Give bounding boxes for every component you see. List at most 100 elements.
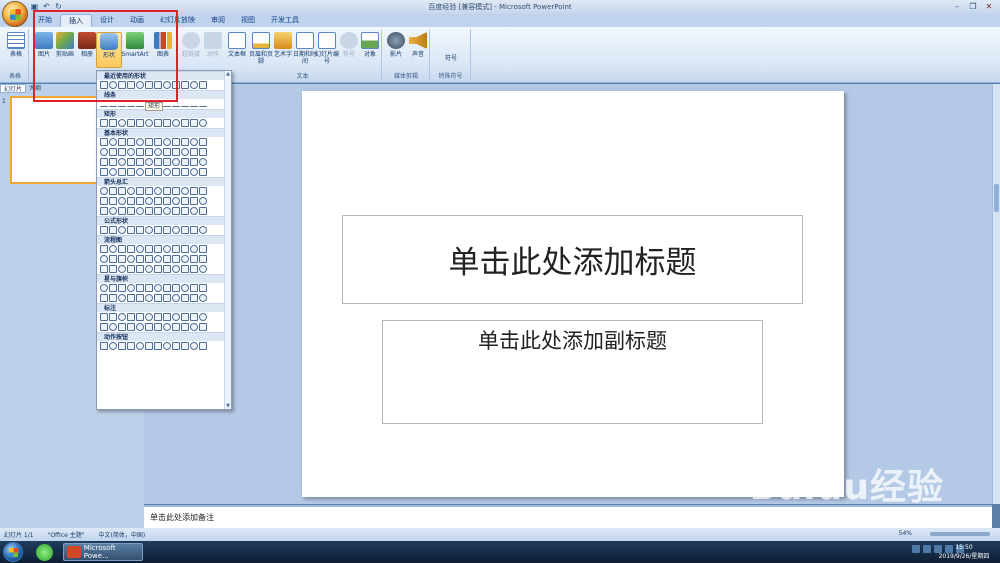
shape-icon[interactable] xyxy=(181,138,189,146)
shape-icon[interactable] xyxy=(100,187,108,195)
shape-icon[interactable] xyxy=(145,226,153,234)
shape-icon[interactable] xyxy=(136,226,144,234)
shape-icon[interactable] xyxy=(199,168,207,176)
shape-icon[interactable] xyxy=(163,265,171,273)
shape-icon[interactable] xyxy=(199,158,207,166)
shape-icon[interactable] xyxy=(109,148,117,156)
shape-icon[interactable] xyxy=(190,245,198,253)
sound-button[interactable]: 声音 xyxy=(405,32,431,58)
shape-icon[interactable] xyxy=(136,323,144,331)
shape-icon[interactable] xyxy=(145,313,153,321)
smartart-button[interactable]: SmartArt xyxy=(120,32,150,58)
shape-icon[interactable] xyxy=(190,265,198,273)
shape-icon[interactable] xyxy=(154,197,162,205)
shape-icon[interactable] xyxy=(190,168,198,176)
shape-icon[interactable] xyxy=(181,294,189,302)
shape-icon[interactable] xyxy=(190,294,198,302)
tab-outline[interactable]: 大纲 xyxy=(26,84,44,93)
shape-icon[interactable] xyxy=(145,284,153,292)
shape-icon[interactable] xyxy=(163,168,171,176)
shape-icon[interactable] xyxy=(109,102,117,107)
shape-icon[interactable] xyxy=(181,342,189,350)
shape-icon[interactable] xyxy=(118,148,126,156)
tab-design[interactable]: 设计 xyxy=(92,14,122,27)
shape-icon[interactable] xyxy=(199,265,207,273)
tab-view[interactable]: 视图 xyxy=(233,14,263,27)
shape-icon[interactable] xyxy=(127,294,135,302)
shape-icon[interactable] xyxy=(190,187,198,195)
shape-icon[interactable] xyxy=(190,226,198,234)
shape-icon[interactable] xyxy=(154,255,162,263)
shape-icon[interactable] xyxy=(100,313,108,321)
shape-icon[interactable] xyxy=(118,245,126,253)
shape-icon[interactable] xyxy=(136,245,144,253)
title-placeholder[interactable]: 单击此处添加标题 xyxy=(342,215,803,304)
shape-icon[interactable] xyxy=(190,102,198,107)
shape-icon[interactable] xyxy=(118,158,126,166)
shape-icon[interactable] xyxy=(109,119,117,127)
shape-icon[interactable] xyxy=(172,138,180,146)
shape-icon[interactable] xyxy=(127,81,135,89)
shape-icon[interactable] xyxy=(118,255,126,263)
shape-icon[interactable] xyxy=(199,255,207,263)
shape-icon[interactable] xyxy=(145,197,153,205)
shape-icon[interactable] xyxy=(154,284,162,292)
shape-icon[interactable] xyxy=(100,102,108,107)
language-indicator[interactable]: 中文(简体，中国) xyxy=(99,530,146,539)
shape-icon[interactable] xyxy=(172,168,180,176)
shape-icon[interactable] xyxy=(199,284,207,292)
zoom-level[interactable]: 54% xyxy=(899,530,912,537)
shape-icon[interactable] xyxy=(136,102,144,107)
special-symbol-button[interactable]: 符号 xyxy=(437,55,465,62)
shape-icon[interactable] xyxy=(109,187,117,195)
start-button[interactable] xyxy=(3,542,23,562)
shape-icon[interactable] xyxy=(118,119,126,127)
shapes-button[interactable]: 形状 xyxy=(96,32,122,68)
shape-icon[interactable] xyxy=(181,284,189,292)
shape-icon[interactable] xyxy=(127,323,135,331)
shape-icon[interactable] xyxy=(136,255,144,263)
shape-icon[interactable] xyxy=(118,102,126,107)
browser-icon[interactable] xyxy=(36,544,53,561)
shape-icon[interactable] xyxy=(190,138,198,146)
shape-icon[interactable] xyxy=(109,265,117,273)
shape-icon[interactable] xyxy=(181,148,189,156)
shape-icon[interactable] xyxy=(145,245,153,253)
shape-icon[interactable] xyxy=(127,138,135,146)
shape-icon[interactable] xyxy=(100,158,108,166)
shape-icon[interactable] xyxy=(136,158,144,166)
shape-icon[interactable] xyxy=(163,255,171,263)
shape-icon[interactable] xyxy=(145,158,153,166)
shape-icon[interactable] xyxy=(145,342,153,350)
shape-icon[interactable] xyxy=(118,294,126,302)
shape-icon[interactable] xyxy=(163,148,171,156)
shape-icon[interactable] xyxy=(136,119,144,127)
shape-icon[interactable] xyxy=(109,168,117,176)
scrollbar-thumb[interactable] xyxy=(994,184,999,212)
shape-icon[interactable] xyxy=(172,245,180,253)
shape-icon[interactable] xyxy=(136,81,144,89)
shape-icon[interactable] xyxy=(181,323,189,331)
shape-icon[interactable] xyxy=(190,81,198,89)
shape-icon[interactable] xyxy=(136,207,144,215)
shape-icon[interactable] xyxy=(154,226,162,234)
shape-icon[interactable] xyxy=(172,197,180,205)
shape-icon[interactable] xyxy=(127,168,135,176)
shape-icon[interactable] xyxy=(118,323,126,331)
shape-icon[interactable] xyxy=(172,148,180,156)
shape-icon[interactable] xyxy=(154,81,162,89)
tab-slideshow[interactable]: 幻灯片放映 xyxy=(152,14,203,27)
shape-icon[interactable] xyxy=(100,168,108,176)
tab-slides[interactable]: 幻灯片 xyxy=(0,84,27,93)
shape-icon[interactable] xyxy=(190,119,198,127)
shape-icon[interactable] xyxy=(163,245,171,253)
shape-icon[interactable] xyxy=(172,226,180,234)
shape-icon[interactable] xyxy=(154,119,162,127)
shape-icon[interactable] xyxy=(199,294,207,302)
shape-icon[interactable] xyxy=(172,294,180,302)
shape-icon[interactable] xyxy=(181,207,189,215)
shape-icon[interactable] xyxy=(190,197,198,205)
shape-icon[interactable] xyxy=(109,342,117,350)
shape-icon[interactable] xyxy=(136,197,144,205)
shape-icon[interactable] xyxy=(154,323,162,331)
